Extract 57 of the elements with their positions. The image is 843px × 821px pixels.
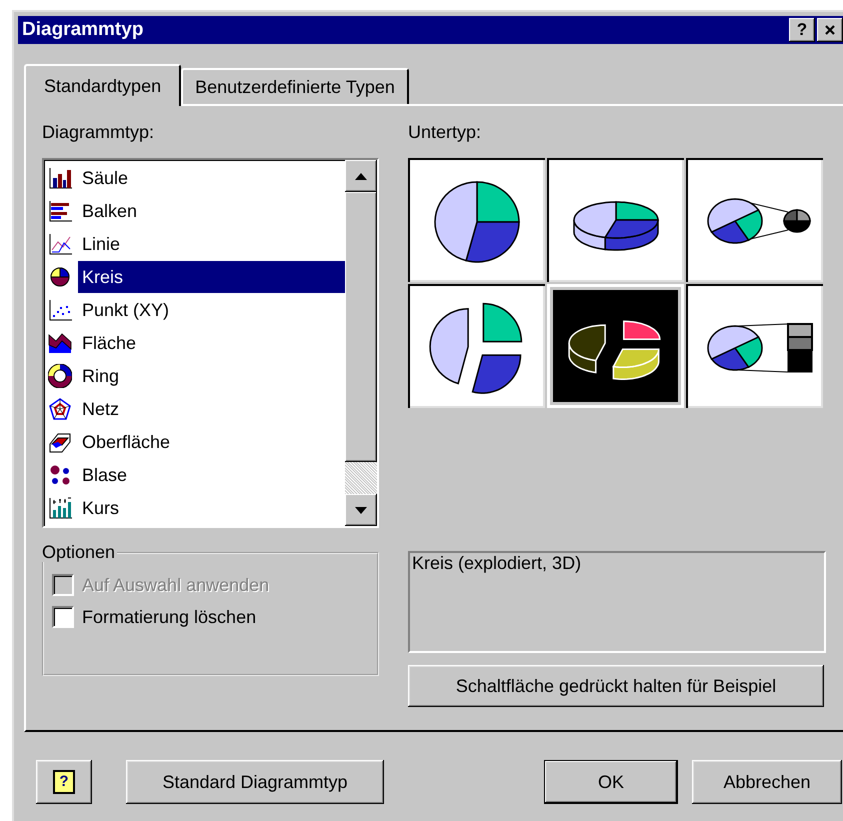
doughnut-chart-icon — [48, 364, 72, 388]
scroll-up-button[interactable] — [345, 160, 377, 192]
scrollbar-thumb[interactable] — [345, 192, 377, 462]
chart-type-item[interactable]: Punkt (XY) — [78, 294, 345, 326]
help-button[interactable]: ? — [789, 18, 815, 42]
stock-chart-icon — [48, 496, 72, 520]
chart-type-item[interactable]: Ring — [78, 360, 345, 392]
checkbox[interactable] — [52, 606, 74, 628]
chart-type-item[interactable]: Oberfläche — [78, 426, 345, 458]
pie-slice — [482, 302, 522, 342]
down-arrow-icon — [355, 506, 367, 514]
scatter-chart-icon — [48, 298, 72, 322]
dialog-button[interactable]: Standard Diagrammtyp — [126, 760, 384, 804]
preview-button[interactable]: Schaltfläche gedrückt halten für Beispiel — [408, 665, 824, 707]
chart-type-item[interactable]: Blase — [78, 458, 345, 490]
column-chart-icon — [48, 166, 72, 190]
options-legend: Optionen — [42, 542, 118, 562]
chart-type-item[interactable]: Balken — [78, 194, 345, 226]
radar-chart-icon — [48, 396, 72, 420]
dialog-button[interactable]: Abbrechen — [692, 760, 842, 804]
bar-segment — [786, 323, 812, 338]
chart-type-item[interactable]: Kurs — [78, 492, 345, 524]
up-arrow-icon — [355, 172, 367, 180]
chart-type-item[interactable]: Linie — [78, 228, 345, 260]
subtype-option[interactable] — [408, 284, 545, 408]
tab[interactable]: Benutzerdefinierte Typen — [181, 68, 409, 104]
line-chart-icon — [48, 232, 72, 256]
description-text: Kreis (explodiert, 3D) — [408, 551, 826, 653]
pie-slice — [471, 354, 521, 394]
bubble-chart-icon — [48, 462, 72, 486]
chart-type-item[interactable]: Säule — [78, 162, 345, 194]
area-chart-icon — [48, 330, 72, 354]
pie-slice — [612, 348, 659, 380]
scroll-down-button[interactable] — [345, 494, 377, 526]
close-button[interactable] — [817, 18, 843, 42]
checkbox-label: Formatierung löschen — [82, 606, 256, 628]
checkbox-label: Auf Auswahl anwenden — [82, 574, 270, 596]
list-label: Diagrammtyp: — [42, 122, 156, 144]
subtype-label: Untertyp: — [408, 122, 482, 144]
chart-type-item[interactable]: Fläche — [78, 326, 345, 358]
pie-slice — [568, 324, 606, 374]
chart-type-item[interactable]: Netz — [78, 392, 345, 424]
close-icon — [824, 24, 836, 36]
subtype-option[interactable] — [686, 284, 823, 408]
pie-slice — [622, 320, 660, 340]
scrollbar-track — [345, 462, 377, 494]
subtype-option[interactable] — [408, 158, 545, 282]
subtype-option[interactable] — [547, 158, 684, 282]
subtype-option[interactable] — [547, 284, 684, 408]
help-button[interactable]: ? — [36, 760, 92, 804]
dialog-button[interactable]: OK — [544, 760, 678, 804]
subtype-option[interactable] — [686, 158, 823, 282]
window-title: Diagrammtyp — [22, 19, 144, 41]
bar-chart-icon — [48, 198, 72, 222]
chart-type-item[interactable]: Kreis — [78, 260, 345, 292]
pie-chart-icon — [48, 264, 72, 288]
tab[interactable]: Standardtypen — [24, 64, 182, 106]
